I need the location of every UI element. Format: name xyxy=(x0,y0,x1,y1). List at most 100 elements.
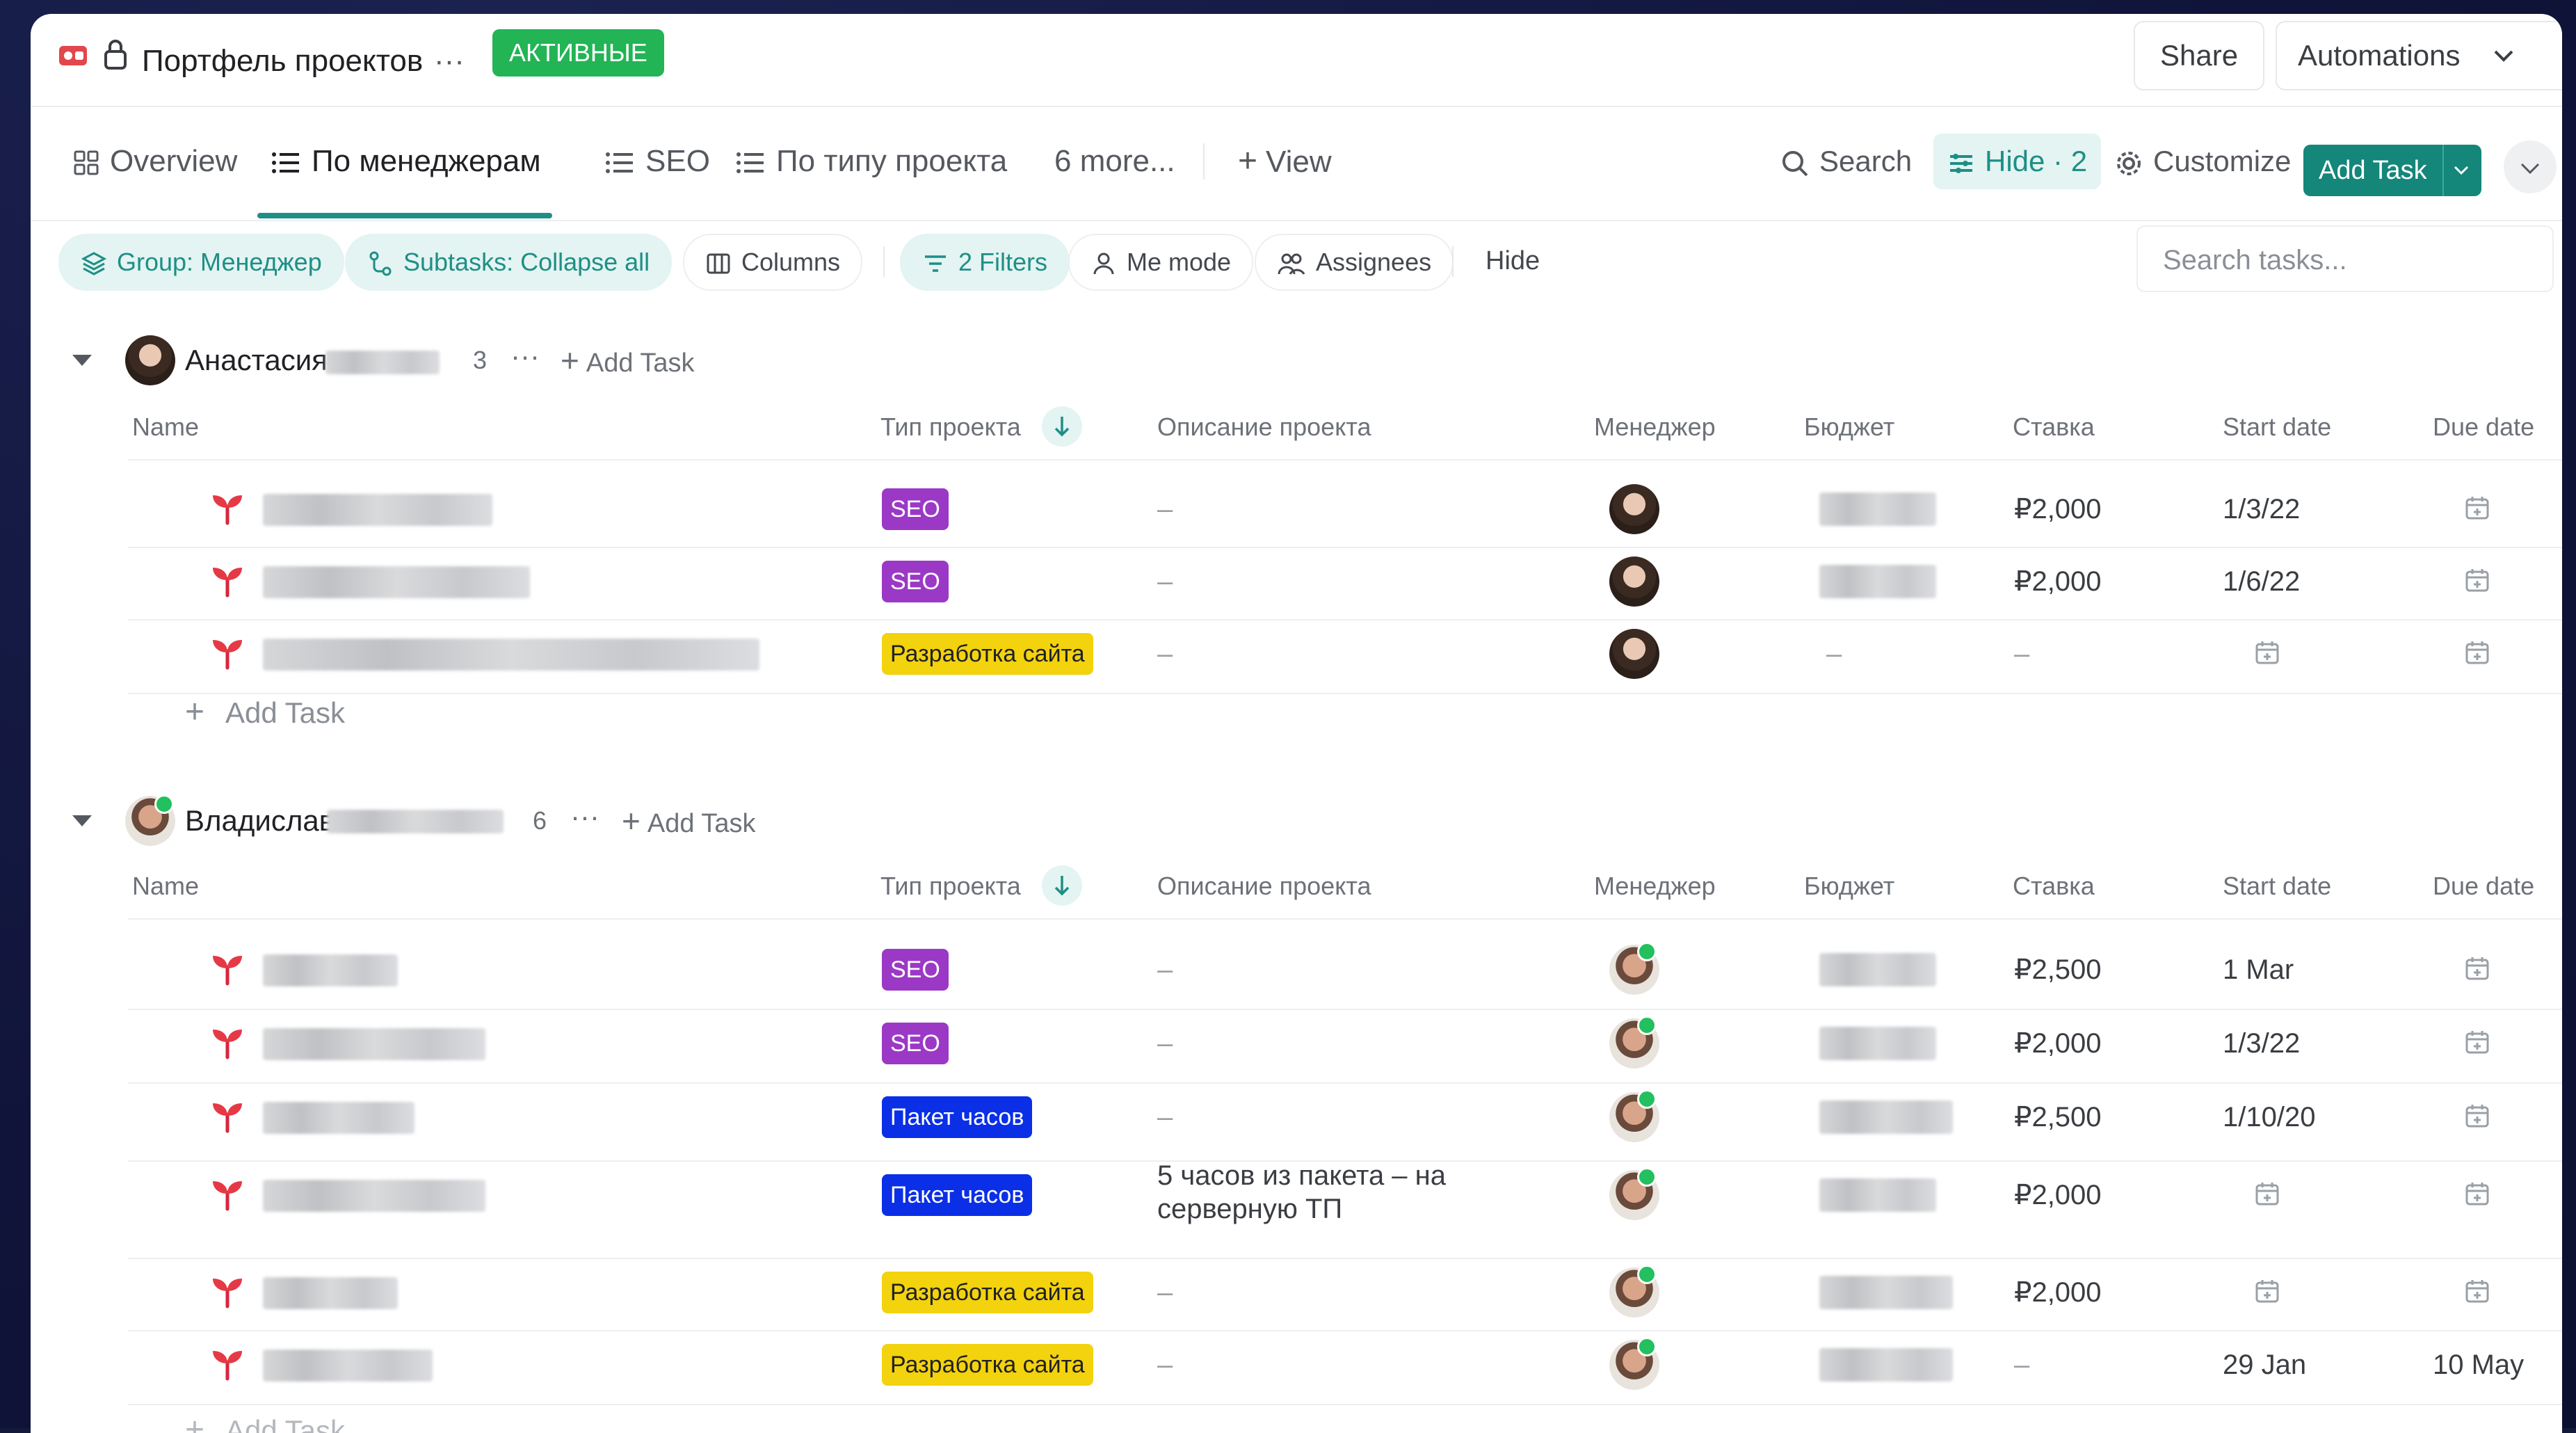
project-type-tag[interactable]: SEO xyxy=(882,949,949,991)
col-budget[interactable]: Бюджет xyxy=(1804,406,1894,448)
add-view-button[interactable]: + View xyxy=(1238,134,1332,189)
priority-plant-icon[interactable] xyxy=(210,1099,245,1134)
project-description[interactable]: – xyxy=(1157,949,1173,991)
chevron-down-icon[interactable] xyxy=(2451,160,2472,181)
collapse-caret-icon[interactable] xyxy=(72,815,92,826)
add-task-row[interactable]: + Add Task xyxy=(185,1409,345,1433)
me-mode-chip[interactable]: Me mode xyxy=(1068,234,1254,291)
rate-value[interactable]: ₽2,500 xyxy=(2014,949,2102,991)
budget-value[interactable]: – xyxy=(1826,633,1842,675)
start-date[interactable]: 1/3/22 xyxy=(2223,488,2300,530)
add-task-row[interactable]: + Add Task xyxy=(185,691,345,734)
calendar-icon[interactable] xyxy=(2463,1180,2491,1211)
col-rate[interactable]: Ставка xyxy=(2013,865,2095,907)
project-description[interactable]: 5 часов из пакета – на серверную ТП xyxy=(1157,1159,1446,1231)
start-date[interactable]: 1/10/20 xyxy=(2223,1096,2315,1138)
col-description[interactable]: Описание проекта xyxy=(1157,865,1371,907)
calendar-icon[interactable] xyxy=(2463,639,2491,670)
col-budget[interactable]: Бюджет xyxy=(1804,865,1894,907)
columns-chip[interactable]: Columns xyxy=(683,234,863,291)
calendar-icon[interactable] xyxy=(2463,1102,2491,1133)
calendar-icon[interactable] xyxy=(2463,954,2491,986)
manager-avatar[interactable] xyxy=(1609,557,1659,607)
group-name[interactable]: Владислав xyxy=(185,793,335,849)
project-type-tag[interactable]: SEO xyxy=(882,561,949,602)
group-add-task-button[interactable]: + Add Task xyxy=(622,793,756,849)
priority-plant-icon[interactable] xyxy=(210,1274,245,1309)
start-date[interactable]: 29 Jan xyxy=(2223,1344,2306,1386)
project-type-tag[interactable]: Разработка сайта xyxy=(882,1344,1093,1386)
col-rate[interactable]: Ставка xyxy=(2013,406,2095,448)
search-button[interactable]: Search xyxy=(1780,134,1912,189)
project-description[interactable]: – xyxy=(1157,1272,1173,1313)
calendar-icon[interactable] xyxy=(2253,1180,2281,1211)
due-date[interactable]: 10 May xyxy=(2433,1344,2524,1386)
more-options-icon[interactable]: ··· xyxy=(434,28,465,95)
tab-overview[interactable]: Overview xyxy=(72,134,237,189)
project-description[interactable]: – xyxy=(1157,633,1173,675)
add-task-button[interactable]: Add Task xyxy=(2303,145,2481,196)
calendar-icon[interactable] xyxy=(2463,1277,2491,1308)
col-name[interactable]: Name xyxy=(132,865,199,907)
project-description[interactable]: – xyxy=(1157,1096,1173,1138)
rate-value[interactable]: ₽2,000 xyxy=(2014,561,2102,602)
manager-avatar[interactable] xyxy=(1609,629,1659,679)
rate-value[interactable]: ₽2,000 xyxy=(2014,488,2102,530)
project-type-tag[interactable]: SEO xyxy=(882,488,949,530)
rate-value[interactable]: ₽2,500 xyxy=(2014,1096,2102,1138)
project-description[interactable]: – xyxy=(1157,1023,1173,1064)
calendar-icon[interactable] xyxy=(2463,1028,2491,1059)
group-name[interactable]: Анастасия xyxy=(185,333,328,388)
collapse-toggle[interactable] xyxy=(2504,141,2557,193)
project-description[interactable]: – xyxy=(1157,488,1173,530)
rate-value[interactable]: ₽2,000 xyxy=(2014,1174,2102,1216)
col-due-date[interactable]: Due date xyxy=(2433,865,2534,907)
start-date[interactable]: 1/6/22 xyxy=(2223,561,2300,602)
search-tasks-input[interactable]: Search tasks... xyxy=(2136,225,2554,292)
project-description[interactable]: – xyxy=(1157,1344,1173,1386)
col-name[interactable]: Name xyxy=(132,406,199,448)
status-badge[interactable]: АКТИВНЫЕ xyxy=(492,29,664,77)
priority-plant-icon[interactable] xyxy=(210,636,245,671)
priority-plant-icon[interactable] xyxy=(210,1347,245,1382)
tab-seo[interactable]: SEO xyxy=(602,134,710,189)
calendar-icon[interactable] xyxy=(2253,1277,2281,1308)
manager-avatar[interactable] xyxy=(1609,484,1659,534)
priority-plant-icon[interactable] xyxy=(210,491,245,526)
hide-button[interactable]: Hide · 2 xyxy=(1933,134,2102,189)
rate-value[interactable]: – xyxy=(2014,1344,2029,1386)
project-type-tag[interactable]: SEO xyxy=(882,1023,949,1064)
subtasks-chip[interactable]: Subtasks: Collapse all xyxy=(345,234,673,291)
tab-by-type[interactable]: По типу проекта xyxy=(733,134,1007,189)
more-options-icon[interactable]: ··· xyxy=(510,328,540,384)
share-button[interactable]: Share xyxy=(2134,21,2265,90)
sort-down-icon[interactable] xyxy=(1042,406,1082,447)
calendar-icon[interactable] xyxy=(2463,494,2491,525)
automations-button[interactable]: Automations xyxy=(2276,21,2562,90)
priority-plant-icon[interactable] xyxy=(210,952,245,986)
priority-plant-icon[interactable] xyxy=(210,1177,245,1212)
group-add-task-button[interactable]: + Add Task xyxy=(561,333,695,388)
col-start-date[interactable]: Start date xyxy=(2223,406,2331,448)
project-type-tag[interactable]: Разработка сайта xyxy=(882,633,1093,675)
tab-by-manager[interactable]: По менеджерам xyxy=(268,134,541,189)
col-type[interactable]: Тип проекта xyxy=(880,406,1021,448)
hide-filter-button[interactable]: Hide xyxy=(1486,234,1540,288)
rate-value[interactable]: – xyxy=(2014,633,2029,675)
priority-plant-icon[interactable] xyxy=(210,1025,245,1060)
priority-plant-icon[interactable] xyxy=(210,563,245,598)
rate-value[interactable]: ₽2,000 xyxy=(2014,1272,2102,1313)
filters-chip[interactable]: 2 Filters xyxy=(900,234,1070,291)
rate-value[interactable]: ₽2,000 xyxy=(2014,1023,2102,1064)
start-date[interactable]: 1/3/22 xyxy=(2223,1023,2300,1064)
calendar-icon[interactable] xyxy=(2253,639,2281,670)
calendar-icon[interactable] xyxy=(2463,566,2491,598)
list-title[interactable]: Портфель проектов xyxy=(142,28,423,95)
project-description[interactable]: – xyxy=(1157,561,1173,602)
assignees-chip[interactable]: Assignees xyxy=(1255,234,1454,291)
col-manager[interactable]: Менеджер xyxy=(1594,406,1716,448)
col-description[interactable]: Описание проекта xyxy=(1157,406,1371,448)
chevron-down-icon[interactable] xyxy=(2490,42,2518,73)
col-type[interactable]: Тип проекта xyxy=(880,865,1021,907)
project-type-tag[interactable]: Пакет часов xyxy=(882,1174,1033,1216)
